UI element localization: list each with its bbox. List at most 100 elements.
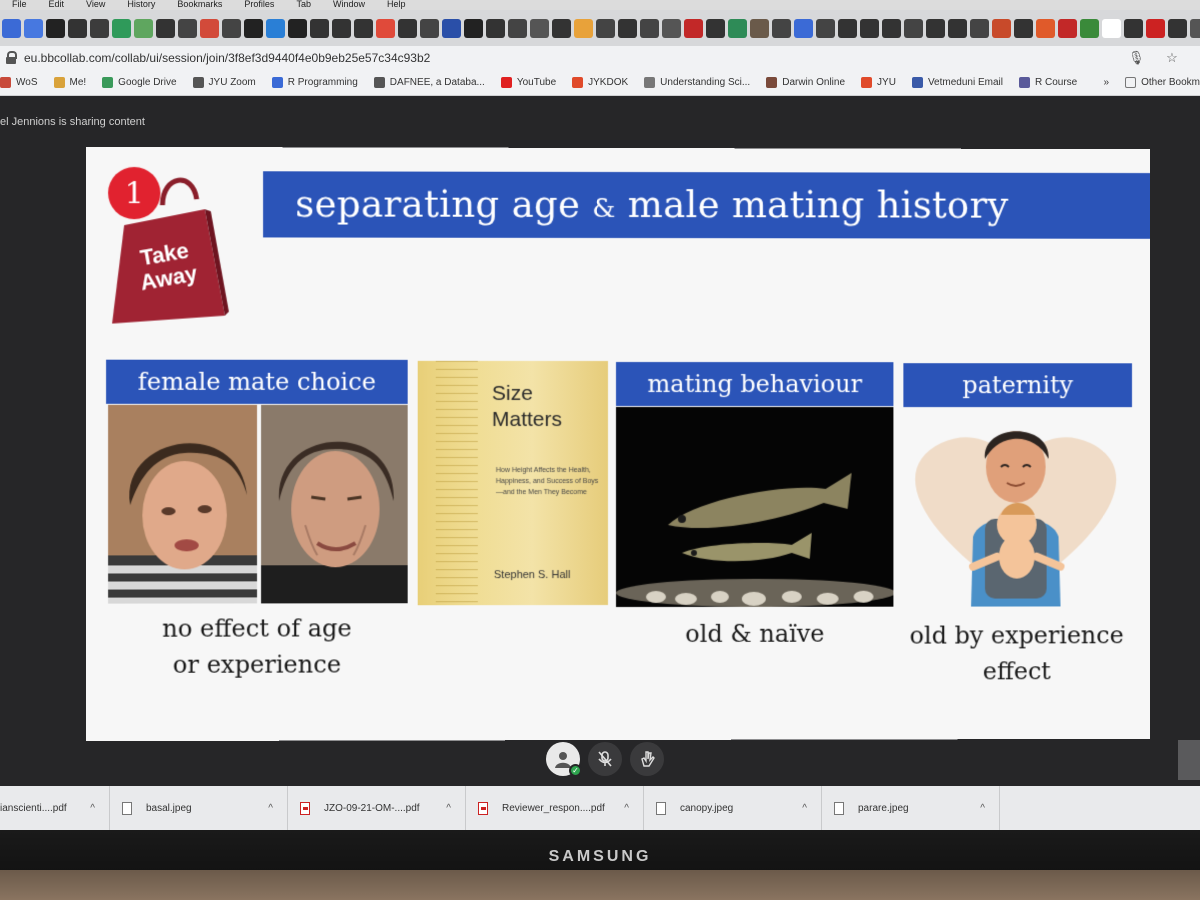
browser-tab[interactable]	[134, 18, 153, 38]
download-item[interactable]: parare.jpeg ^	[822, 786, 1000, 830]
browser-tab[interactable]	[1058, 18, 1077, 38]
browser-tab[interactable]	[46, 18, 65, 38]
browser-tab[interactable]	[750, 18, 769, 38]
browser-tab[interactable]	[1168, 18, 1187, 38]
browser-tab[interactable]	[530, 18, 549, 38]
bookmark-item[interactable]: DAFNEE, a Databa...	[373, 77, 485, 88]
bookmark-item[interactable]: Google Drive	[102, 77, 177, 88]
bookmark-item[interactable]: Me!	[53, 77, 86, 88]
browser-tab[interactable]	[1102, 18, 1121, 38]
bookmark-item[interactable]: JYU Zoom	[192, 77, 256, 88]
chevron-up-icon[interactable]: ^	[980, 803, 985, 814]
chevron-up-icon[interactable]: ^	[268, 803, 273, 814]
bookmarks-overflow-button[interactable]: »	[1104, 77, 1110, 88]
browser-tab[interactable]	[156, 18, 175, 38]
bookmark-item[interactable]: JYU	[861, 77, 896, 88]
browser-tab[interactable]	[772, 18, 791, 38]
browser-tab[interactable]	[1190, 18, 1200, 38]
browser-tab[interactable]	[266, 18, 285, 38]
url-field[interactable]: eu.bbcollab.com/collab/ui/session/join/3…	[24, 51, 1128, 65]
raise-hand-button[interactable]	[630, 742, 664, 776]
menu-item-help[interactable]: Help	[387, 0, 406, 10]
browser-tab[interactable]	[728, 18, 747, 38]
browser-tab[interactable]	[904, 18, 923, 38]
bookmark-item[interactable]: WoS	[0, 77, 38, 88]
browser-tab[interactable]	[200, 18, 219, 38]
chevron-up-icon[interactable]: ^	[624, 803, 629, 814]
browser-tab[interactable]	[574, 18, 593, 38]
browser-tab[interactable]	[68, 18, 87, 38]
chevron-up-icon[interactable]: ^	[446, 803, 451, 814]
microphone-icon[interactable]: 🎙	[1128, 50, 1145, 66]
bookmark-item[interactable]: Understanding Sci...	[644, 77, 750, 88]
browser-tab[interactable]	[618, 18, 637, 38]
chevron-up-icon[interactable]: ^	[802, 803, 807, 814]
menu-item-edit[interactable]: Edit	[49, 0, 65, 10]
menu-item-view[interactable]: View	[86, 0, 105, 10]
browser-tab[interactable]	[882, 18, 901, 38]
browser-tab[interactable]	[838, 18, 857, 38]
browser-tab[interactable]	[398, 18, 417, 38]
browser-tab[interactable]	[310, 18, 329, 38]
browser-tab[interactable]	[376, 18, 395, 38]
bookmark-item[interactable]: Vetmeduni Email	[911, 77, 1003, 88]
browser-tab[interactable]	[222, 18, 241, 38]
browser-tab[interactable]	[948, 18, 967, 38]
browser-tab[interactable]	[1036, 18, 1055, 38]
book-author: Stephen S. Hall	[493, 569, 571, 582]
browser-tab[interactable]	[1014, 18, 1033, 38]
download-item[interactable]: basal.jpeg ^	[110, 786, 288, 830]
browser-tab[interactable]	[2, 18, 21, 38]
pdf-file-icon	[300, 801, 310, 815]
menu-item-bookmarks[interactable]: Bookmarks	[177, 0, 222, 10]
participant-thumbnail[interactable]	[1178, 740, 1200, 780]
browser-tab[interactable]	[926, 18, 945, 38]
browser-tab[interactable]	[354, 18, 373, 38]
bookmark-item[interactable]: JYKDOK	[572, 77, 628, 88]
menu-item-window[interactable]: Window	[333, 0, 365, 10]
download-item[interactable]: canopy.jpeg ^	[644, 786, 822, 830]
browser-tab[interactable]	[970, 18, 989, 38]
browser-tab[interactable]	[464, 18, 483, 38]
browser-tab[interactable]	[1146, 18, 1165, 38]
download-item[interactable]: ianscienti....pdf ^	[0, 786, 110, 830]
chevron-up-icon[interactable]: ^	[90, 803, 95, 814]
browser-tab[interactable]	[508, 18, 527, 38]
browser-tab[interactable]	[244, 18, 263, 38]
avatar-button[interactable]: ✓	[546, 742, 582, 777]
browser-tab[interactable]	[1080, 18, 1099, 38]
browser-tab[interactable]	[112, 18, 131, 38]
download-item[interactable]: JZO-09-21-OM-....pdf ^	[288, 786, 466, 830]
browser-tab[interactable]	[1124, 18, 1143, 38]
browser-tab[interactable]	[640, 18, 659, 38]
browser-tab[interactable]	[706, 18, 725, 38]
star-icon[interactable]: ☆	[1164, 50, 1180, 66]
bookmark-item[interactable]: R Course	[1018, 77, 1077, 88]
browser-tab[interactable]	[24, 18, 43, 38]
menu-item-profiles[interactable]: Profiles	[244, 0, 274, 10]
other-bookmarks[interactable]: Other Bookm	[1125, 77, 1200, 88]
browser-tab[interactable]	[332, 18, 351, 38]
browser-tab[interactable]	[90, 18, 109, 38]
browser-tab[interactable]	[596, 18, 615, 38]
browser-tab[interactable]	[552, 18, 571, 38]
bookmark-item[interactable]: Darwin Online	[766, 77, 845, 88]
browser-tab[interactable]	[442, 18, 461, 38]
browser-tab[interactable]	[794, 18, 813, 38]
browser-tab[interactable]	[992, 18, 1011, 38]
browser-tab[interactable]	[420, 18, 439, 38]
menu-item-tab[interactable]: Tab	[296, 0, 311, 10]
bookmark-item[interactable]: R Programming	[271, 77, 358, 88]
bookmark-item[interactable]: YouTube	[500, 77, 556, 88]
browser-tab[interactable]	[860, 18, 879, 38]
browser-tab[interactable]	[816, 18, 835, 38]
browser-tab[interactable]	[662, 18, 681, 38]
browser-tab[interactable]	[288, 18, 307, 38]
browser-tab[interactable]	[684, 18, 703, 38]
browser-tab[interactable]	[486, 18, 505, 38]
menu-item-history[interactable]: History	[127, 0, 155, 10]
browser-tab[interactable]	[178, 18, 197, 38]
mute-microphone-button[interactable]	[588, 742, 622, 776]
menu-item-file[interactable]: File	[12, 0, 27, 10]
download-item[interactable]: Reviewer_respon....pdf ^	[466, 786, 644, 830]
